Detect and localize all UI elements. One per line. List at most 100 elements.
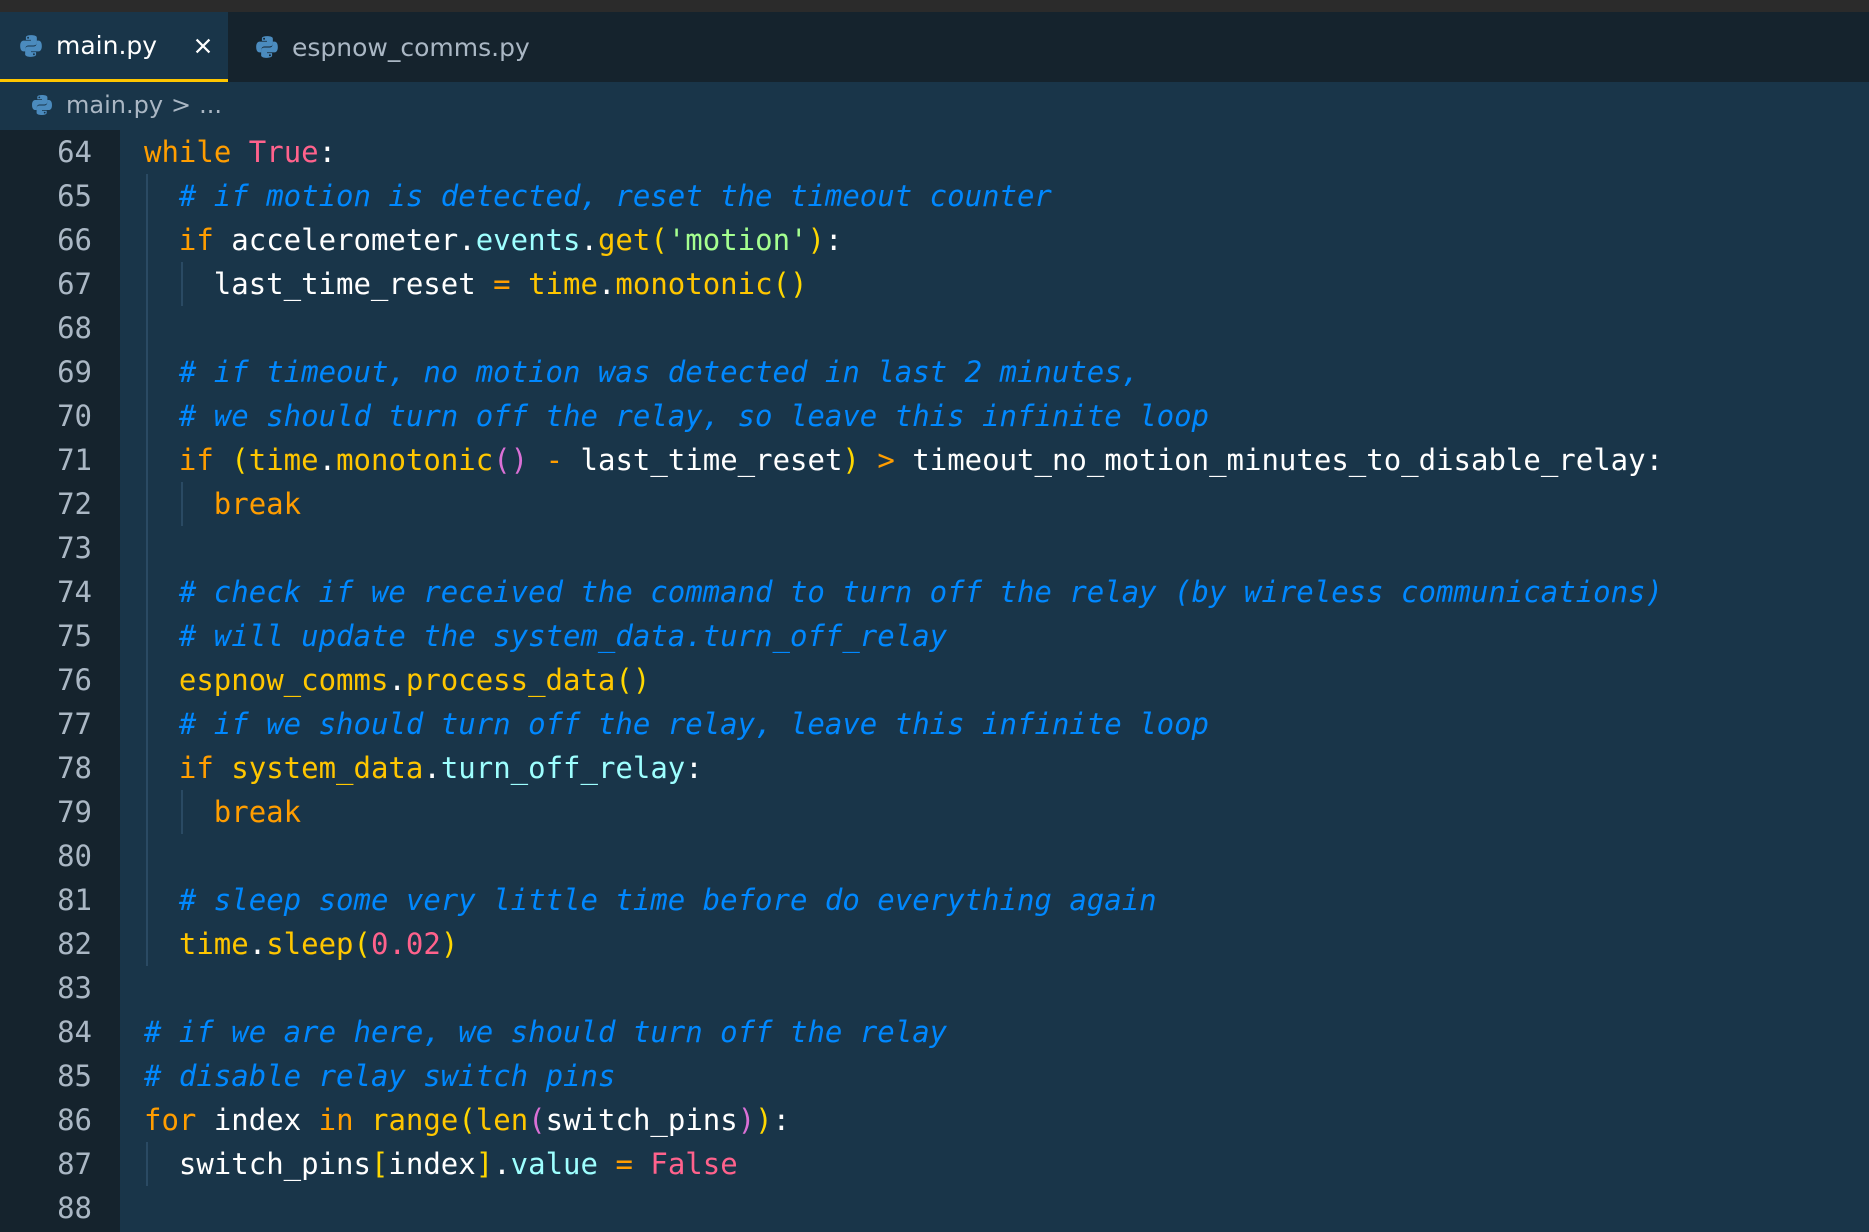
code-line[interactable]: 79 break <box>0 790 1869 834</box>
code-line[interactable]: 85 # disable relay switch pins <box>0 1054 1869 1098</box>
code-text: last_time_reset = time.monotonic() <box>214 262 808 306</box>
close-icon[interactable] <box>192 35 214 57</box>
tab-espnow-comms-py[interactable]: espnow_comms.py <box>228 12 530 82</box>
code-line[interactable]: 87 switch_pins[index].value = False <box>0 1142 1869 1186</box>
code-line[interactable]: 86 for index in range(len(switch_pins)): <box>0 1098 1869 1142</box>
code-text: for index in range(len(switch_pins)): <box>144 1098 790 1142</box>
line-number: 76 <box>57 663 92 697</box>
code-token: : <box>685 751 703 785</box>
code-token: () <box>493 443 529 477</box>
code-token: # if we should turn off the relay, leave… <box>178 707 1209 741</box>
line-number: 66 <box>57 223 92 257</box>
breadcrumb-separator: > <box>171 91 192 119</box>
code-text: # check if we received the command to tu… <box>179 570 1663 614</box>
code-token: False <box>650 1147 738 1181</box>
code-text: if (time.monotonic() - last_time_reset) … <box>179 438 1663 482</box>
code-token: last_time_reset <box>563 443 843 477</box>
code-line[interactable]: 74 # check if we received the command to … <box>0 570 1869 614</box>
indent-guide <box>146 262 148 306</box>
code-token: sleep <box>266 927 354 961</box>
code-token: index <box>196 1103 319 1137</box>
python-file-icon <box>32 95 52 115</box>
code-line[interactable]: 73 <box>0 526 1869 570</box>
code-token: () <box>772 267 808 301</box>
code-token: time <box>248 443 319 477</box>
tab-main-py[interactable]: main.py <box>0 12 228 82</box>
code-line[interactable]: 68 <box>0 306 1869 350</box>
code-editor[interactable]: 64 while True: 65 # if motion is detected, … <box>0 130 1869 1232</box>
code-line[interactable]: 77 # if we should turn off the relay, lea… <box>0 702 1869 746</box>
code-token: if <box>178 751 214 785</box>
breadcrumb-more[interactable]: ... <box>199 91 222 119</box>
code-token: accelerometer <box>213 223 459 257</box>
indent-guide <box>146 174 148 218</box>
indent-guide <box>146 922 148 966</box>
code-token: ) <box>842 443 860 477</box>
code-token: ) <box>440 927 459 961</box>
code-line[interactable]: 80 <box>0 834 1869 878</box>
code-token: ) <box>737 1103 756 1137</box>
editor-tab-bar: main.py espnow_comms.py <box>0 12 1869 82</box>
code-token: monotonic <box>615 267 773 301</box>
line-number: 87 <box>57 1147 92 1181</box>
code-text: # will update the system_data.turn_off_r… <box>179 614 947 658</box>
code-text: switch_pins[index].value = False <box>179 1142 738 1186</box>
code-line[interactable]: 67 last_time_reset = time.monotonic() <box>0 262 1869 306</box>
code-token: ) <box>755 1103 773 1137</box>
code-line[interactable]: 71 if (time.monotonic() - last_time_reset… <box>0 438 1869 482</box>
code-token: ( <box>650 223 668 257</box>
code-line[interactable]: 84 # if we are here, we should turn off t… <box>0 1010 1869 1054</box>
code-line[interactable]: 81 # sleep some very little time before d… <box>0 878 1869 922</box>
code-token: # check if we received the command to tu… <box>178 575 1663 609</box>
line-number: 78 <box>57 751 92 785</box>
code-line[interactable]: 72 break <box>0 482 1869 526</box>
code-text: break <box>214 482 301 526</box>
code-line[interactable]: 88 <box>0 1186 1869 1230</box>
code-text: if accelerometer.events.get('motion'): <box>179 218 843 262</box>
line-number: 74 <box>57 575 92 609</box>
indent-guide <box>180 482 183 526</box>
indent-guide <box>146 570 148 614</box>
code-token: time <box>178 927 249 961</box>
code-token: ( <box>353 927 371 961</box>
code-token: break <box>213 487 302 521</box>
indent-guide <box>146 306 148 350</box>
line-number: 77 <box>57 707 92 741</box>
code-line[interactable]: 66 if accelerometer.events.get('motion'): <box>0 218 1869 262</box>
code-text: # if motion is detected, reset the timeo… <box>179 174 1052 218</box>
code-token: switch_pins <box>178 1147 371 1181</box>
code-text: # if timeout, no motion was detected in … <box>179 350 1139 394</box>
code-line[interactable]: 82 time.sleep(0.02) <box>0 922 1869 966</box>
line-number: 82 <box>57 927 92 961</box>
code-token: len <box>475 1103 529 1137</box>
code-text: while True: <box>144 130 336 174</box>
code-token: () <box>615 663 651 697</box>
line-number: 81 <box>57 883 92 917</box>
code-token: in <box>318 1103 354 1137</box>
code-line[interactable]: 64 while True: <box>0 130 1869 174</box>
code-line[interactable]: 70 # we should turn off the relay, so lea… <box>0 394 1869 438</box>
line-number: 71 <box>57 443 92 477</box>
code-token: . <box>318 443 337 477</box>
indent-guide <box>180 790 183 834</box>
code-token: switch_pins <box>545 1103 738 1137</box>
code-line[interactable]: 76 espnow_comms.process_data() <box>0 658 1869 702</box>
code-text: # if we should turn off the relay, leave… <box>179 702 1209 746</box>
code-line[interactable]: 83 <box>0 966 1869 1010</box>
code-text: break <box>214 790 301 834</box>
code-token: espnow_comms <box>178 663 389 697</box>
code-line[interactable]: 65 # if motion is detected, reset the tim… <box>0 174 1869 218</box>
indent-guide <box>146 834 148 878</box>
code-line[interactable]: 75 # will update the system_data.turn_off… <box>0 614 1869 658</box>
code-token: timeout_no_motion_minutes_to_disable_rel… <box>894 443 1646 477</box>
line-number: 65 <box>57 179 92 213</box>
code-token: : <box>772 1103 791 1137</box>
code-line[interactable]: 69 # if timeout, no motion was detected i… <box>0 350 1869 394</box>
breadcrumb-file[interactable]: main.py <box>66 91 163 119</box>
code-token: break <box>213 795 302 829</box>
indent-guide <box>146 526 148 570</box>
code-line[interactable]: 78 if system_data.turn_off_relay: <box>0 746 1869 790</box>
tab-label: main.py <box>56 31 158 60</box>
code-token: events <box>475 223 581 257</box>
code-token: get <box>597 223 651 257</box>
